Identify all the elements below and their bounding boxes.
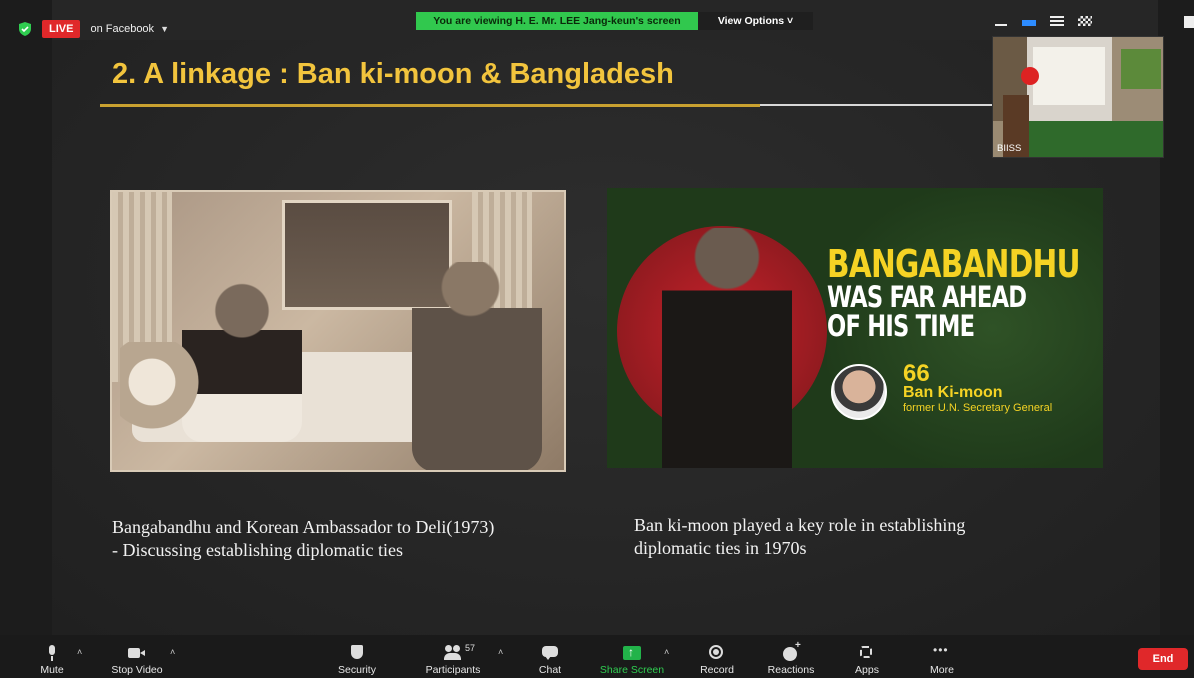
share-options-chevron-icon[interactable]: ˄ [664,647,669,657]
viewing-screen-banner: You are viewing H. E. Mr. LEE Jang-keun'… [416,12,698,30]
participants-options-chevron-icon[interactable]: ˄ [498,647,503,657]
stop-video-label: Stop Video [111,664,163,676]
mute-button[interactable]: Mute [36,635,68,678]
more-ellipsis-icon [933,643,951,661]
apps-label: Apps [855,664,879,676]
poster-headline: BANGABANDHU WAS FAR AHEAD OF HIS TIME [827,242,1081,343]
encryption-shield-icon[interactable] [18,22,32,36]
participants-icon: 57 [444,643,475,661]
more-button[interactable]: More [926,635,958,678]
ban-ki-moon-avatar [831,364,887,420]
share-screen-icon [623,645,641,661]
poster-headline-line2: WAS FAR AHEAD [827,280,1027,315]
mute-label: Mute [40,664,64,676]
thumbnail-red-circle [1021,67,1039,85]
meeting-toolbar: Mute ˄ Stop Video ˄ Security 57 Particip… [0,635,1194,678]
quote-role: former U.N. Secretary General [903,402,1053,414]
minimize-icon[interactable] [994,16,1008,26]
title-underline-gold [100,104,760,107]
poster-headline-line1: BANGABANDHU [827,242,1081,286]
mute-options-chevron-icon[interactable]: ˄ [77,647,82,657]
historical-photo [110,190,566,472]
participants-label: Participants [425,664,481,676]
thumbnail-table [1029,121,1163,157]
record-button[interactable]: Record [696,635,738,678]
bangabandhu-poster: BANGABANDHU WAS FAR AHEAD OF HIS TIME 66… [607,188,1103,468]
poster-figure [662,228,792,468]
stop-video-button[interactable]: Stop Video [108,635,166,678]
chat-bubble-icon [541,645,559,661]
quote-mark: 66 [903,360,930,387]
thumbnail-side-screen [1121,49,1161,89]
camera-icon [128,645,146,661]
right-caption: Ban ki-moon played a key role in establi… [634,514,1104,560]
left-caption-line1: Bangabandhu and Korean Ambassador to Del… [112,517,495,537]
live-badge[interactable]: LIVE [42,20,81,38]
security-label: Security [338,664,376,676]
photo-person-left [182,282,302,442]
apps-button[interactable]: Apps [850,635,884,678]
participant-name-label: BIISS [997,143,1022,154]
meeting-status-bar: LIVE on Facebook ▼ [18,20,169,38]
record-label: Record [700,664,734,676]
gallery-view-icon[interactable] [1078,16,1092,26]
photo-person-right [412,262,542,470]
reaction-smiley-icon [782,640,801,661]
participants-button[interactable]: 57 Participants [420,635,486,678]
share-screen-label: Share Screen [599,664,665,676]
left-caption-line2: - Discussing establishing diplomatic tie… [112,540,403,560]
more-label: More [930,664,954,676]
apps-icon [858,645,876,661]
security-shield-icon [348,645,366,661]
left-caption: Bangabandhu and Korean Ambassador to Del… [112,516,602,562]
right-caption-line1: Ban ki-moon played a key role in establi… [634,515,966,535]
view-options-button[interactable]: View Options ˅ [698,12,813,30]
security-button[interactable]: Security [336,635,378,678]
chat-label: Chat [538,664,562,676]
exit-fullscreen-icon[interactable] [1184,16,1194,28]
record-icon [708,645,726,661]
chat-button[interactable]: Chat [534,635,566,678]
video-options-chevron-icon[interactable]: ˄ [170,647,175,657]
poster-headline-line3: OF HIS TIME [827,308,975,343]
chevron-down-icon[interactable]: ▼ [160,24,169,34]
reactions-label: Reactions [767,664,815,676]
end-meeting-button[interactable]: End [1138,648,1188,670]
filmstrip-view-icon[interactable] [1050,16,1064,26]
thumbnail-controls [994,16,1092,26]
live-destination[interactable]: on Facebook [90,23,154,35]
participant-video-thumbnail[interactable]: BIISS [992,36,1164,158]
share-screen-button[interactable]: Share Screen [598,635,666,678]
photo-flowers [120,342,200,442]
right-caption-line2: diplomatic ties in 1970s [634,538,807,558]
participants-count: 57 [465,643,476,653]
thumbnail-projection-screen [1033,47,1105,105]
quote-name: Ban Ki-moon [903,384,1003,401]
left-margin [0,0,52,635]
speaker-view-icon[interactable] [1022,20,1036,26]
slide-title: 2. A linkage : Ban ki-moon & Bangladesh [112,58,674,90]
microphone-icon [43,645,61,661]
reactions-button[interactable]: Reactions [764,635,818,678]
